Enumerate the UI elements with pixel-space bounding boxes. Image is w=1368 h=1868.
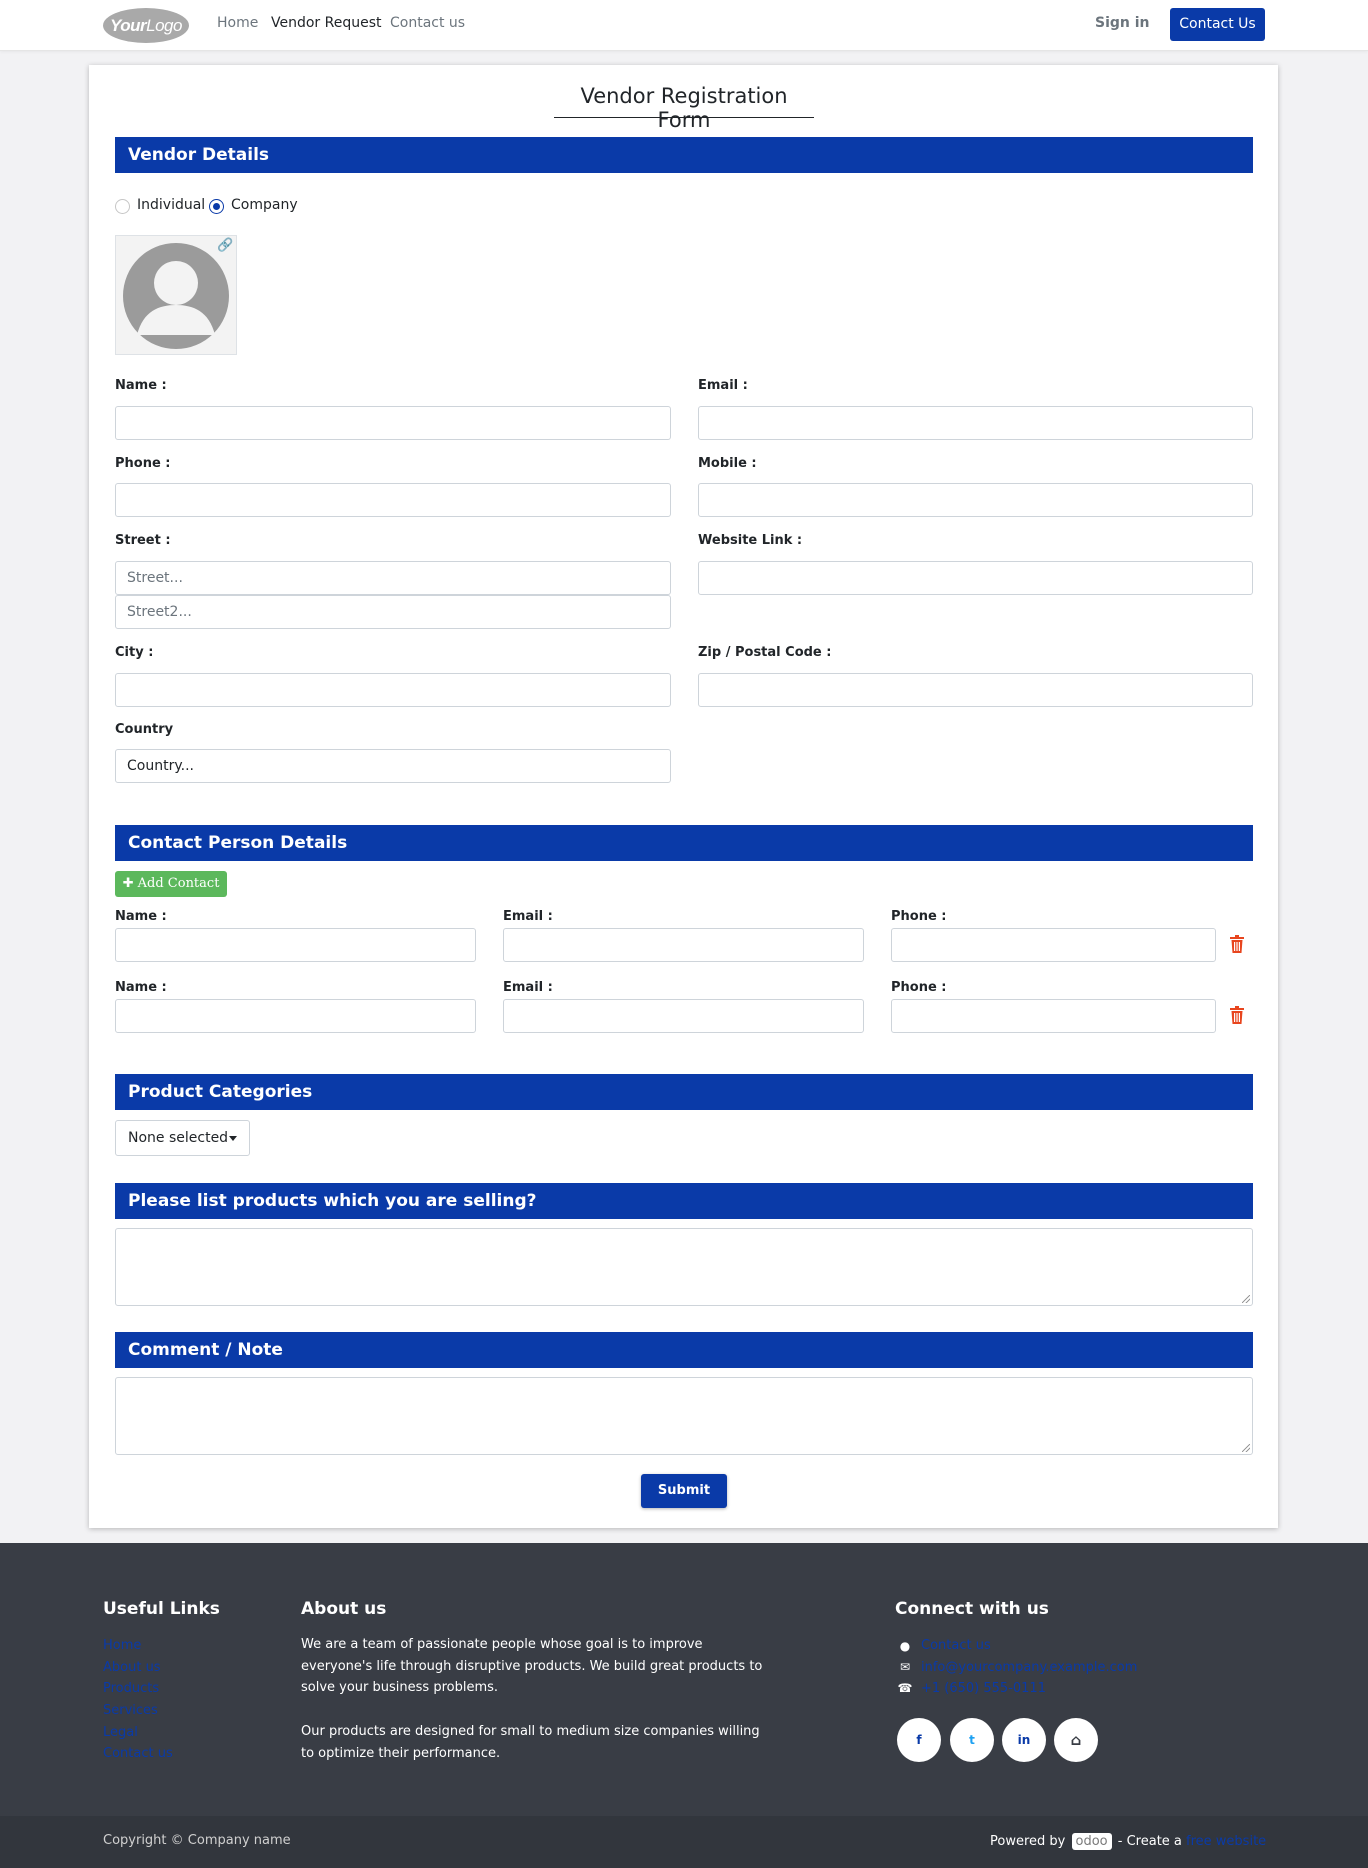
website-label: Website Link : [698, 533, 803, 548]
footer-link-legal[interactable]: Legal [103, 1725, 138, 1740]
nav-home[interactable]: Home [217, 15, 258, 31]
radio-company-label[interactable]: Company [231, 197, 298, 213]
radio-individual[interactable] [115, 199, 130, 214]
country-select[interactable]: Country... [115, 749, 671, 783]
mobile-label: Mobile : [698, 456, 757, 471]
products-textarea[interactable] [115, 1228, 1253, 1306]
copyright-text: Copyright © Company name [103, 1833, 291, 1848]
company-logo[interactable]: YourLogo [103, 8, 189, 43]
powered-by: Powered by odoo - Create a free website [990, 1833, 1266, 1850]
email-label: Email : [698, 378, 748, 393]
about-text-line: We are a team of passionate people whose… [301, 1637, 703, 1652]
contact-name-input[interactable] [115, 999, 476, 1033]
contact-email-input[interactable] [503, 999, 864, 1033]
top-navbar: YourLogo Home Vendor Request Contact us … [0, 0, 1368, 51]
phone-label: Phone : [115, 456, 171, 471]
name-input[interactable] [115, 406, 671, 440]
contact-phone-input[interactable] [891, 999, 1216, 1033]
category-select-value: None selected [128, 1130, 229, 1146]
contact-us-button[interactable]: Contact Us [1170, 8, 1265, 41]
street2-input[interactable]: Street2... [115, 595, 671, 629]
zip-input[interactable] [698, 673, 1253, 707]
useful-links-heading: Useful Links [103, 1599, 220, 1619]
linkedin-icon[interactable]: in [1002, 1718, 1046, 1762]
caret-down-icon [229, 1136, 237, 1141]
contact-email-input[interactable] [503, 928, 864, 962]
envelope-icon: ✉ [899, 1660, 911, 1674]
contact-name-label: Name : [115, 980, 167, 995]
form-card [89, 65, 1278, 1528]
contact-phone-label: Phone : [891, 980, 947, 995]
section-comment: Comment / Note [115, 1332, 1253, 1368]
mobile-input[interactable] [698, 483, 1253, 517]
comment-icon: ● [899, 1639, 911, 1653]
contact-phone-input[interactable] [891, 928, 1216, 962]
phone-input[interactable] [115, 483, 671, 517]
twitter-icon[interactable]: t [950, 1718, 994, 1762]
sign-in-link[interactable]: Sign in [1095, 15, 1150, 31]
about-text-line: solve your business problems. [301, 1680, 499, 1695]
contact-email-label: Email : [503, 909, 553, 924]
radio-individual-label[interactable]: Individual [137, 197, 205, 213]
submit-button[interactable]: Submit [641, 1474, 727, 1508]
footer-link-contact[interactable]: Contact us [103, 1746, 173, 1761]
footer [0, 1543, 1368, 1816]
plus-icon: ✚ [122, 876, 134, 891]
connect-contact-link[interactable]: Contact us [921, 1638, 991, 1653]
connect-heading: Connect with us [895, 1599, 1049, 1619]
contact-name-input[interactable] [115, 928, 476, 962]
nav-contact-us[interactable]: Contact us [390, 15, 465, 31]
zip-label: Zip / Postal Code : [698, 645, 832, 660]
section-vendor-details: Vendor Details [115, 137, 1253, 173]
name-label: Name : [115, 378, 167, 393]
odoo-logo[interactable]: odoo [1071, 1833, 1112, 1850]
home-icon[interactable]: ⌂ [1054, 1718, 1098, 1762]
country-label: Country [115, 722, 174, 737]
form-title: Vendor Registration Form [580, 84, 788, 132]
logo-text-bold: Your [110, 16, 147, 35]
avatar-placeholder-icon [123, 243, 229, 349]
section-contact-person: Contact Person Details [115, 825, 1253, 861]
contact-name-label: Name : [115, 909, 167, 924]
about-text-line: Our products are designed for small to m… [301, 1724, 760, 1739]
website-input[interactable] [698, 561, 1253, 595]
logo-text: Logo [146, 16, 182, 35]
connect-email-link[interactable]: info@yourcompany.example.com [921, 1660, 1137, 1675]
footer-link-services[interactable]: Services [103, 1703, 158, 1718]
footer-link-products[interactable]: Products [103, 1681, 159, 1696]
contact-email-label: Email : [503, 980, 553, 995]
about-heading: About us [301, 1599, 387, 1619]
phone-icon: ☎ [897, 1681, 913, 1695]
powered-by-text: Powered by [990, 1834, 1066, 1849]
trash-icon[interactable] [1230, 935, 1244, 953]
footer-link-home[interactable]: Home [103, 1638, 141, 1653]
email-input[interactable] [698, 406, 1253, 440]
section-product-categories: Product Categories [115, 1074, 1253, 1110]
trash-icon[interactable] [1230, 1006, 1244, 1024]
create-a-text: - Create a [1117, 1834, 1182, 1849]
street-label: Street : [115, 533, 171, 548]
contact-phone-label: Phone : [891, 909, 947, 924]
city-input[interactable] [115, 673, 671, 707]
free-website-link[interactable]: free website [1186, 1834, 1266, 1849]
city-label: City : [115, 645, 154, 660]
footer-link-about[interactable]: About us [103, 1660, 161, 1675]
about-text-line: to optimize their performance. [301, 1746, 501, 1761]
street-input[interactable]: Street... [115, 561, 671, 595]
connect-phone-link[interactable]: +1 (650) 555-0111 [921, 1681, 1046, 1696]
radio-company[interactable] [209, 199, 224, 214]
add-contact-button[interactable]: ✚ Add Contact [115, 871, 227, 897]
link-icon[interactable]: 🔗 [217, 238, 233, 253]
comment-textarea[interactable] [115, 1377, 1253, 1455]
facebook-icon[interactable]: f [897, 1718, 941, 1762]
category-multiselect[interactable]: None selected [115, 1120, 250, 1156]
add-contact-label: Add Contact [137, 876, 220, 891]
about-text-line: everyone's life through disruptive produ… [301, 1659, 763, 1674]
form-title-underline [554, 117, 814, 118]
nav-vendor-request[interactable]: Vendor Request [271, 15, 382, 31]
section-products-list: Please list products which you are selli… [115, 1183, 1253, 1219]
vendor-image-upload[interactable] [115, 235, 237, 355]
